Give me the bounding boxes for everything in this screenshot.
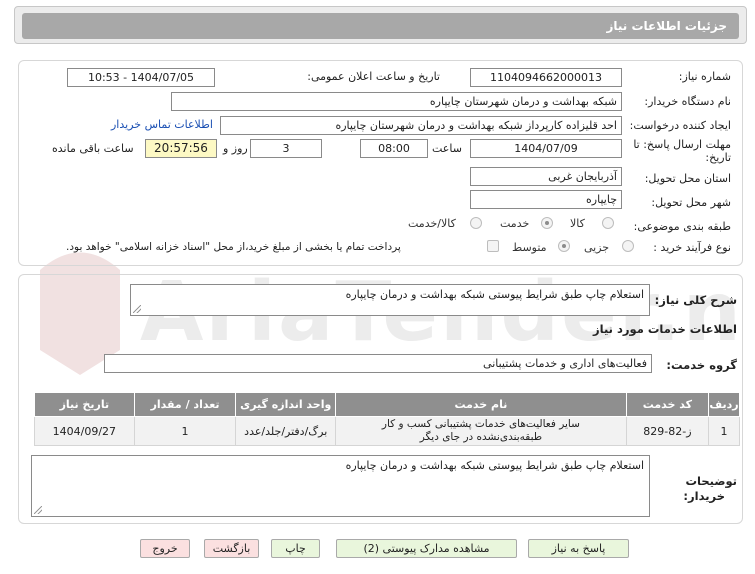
buyer-notes-label-2: خریدار:	[683, 489, 725, 503]
request-creator-label: ایجاد کننده درخواست:	[629, 119, 731, 132]
remaining-time-label: ساعت باقی مانده	[52, 142, 134, 155]
need-summary-field: استعلام چاپ طبق شرایط پیوستی شبکه بهداشت…	[130, 284, 650, 316]
cell-need-date: 1404/09/27	[34, 416, 135, 446]
category-option-goods-service: کالا/خدمت	[408, 217, 456, 230]
buyer-contact-link[interactable]: اطلاعات تماس خریدار	[111, 118, 213, 131]
request-info-panel	[18, 60, 743, 266]
resize-grip-icon[interactable]	[34, 506, 42, 514]
buyer-name-field: شبکه بهداشت و درمان شهرستان چایپاره	[171, 92, 622, 111]
province-label: استان محل تحویل:	[644, 172, 731, 185]
print-button[interactable]: چاپ	[271, 539, 320, 558]
deadline-time-field: 08:00	[360, 139, 428, 158]
process-radio-minor[interactable]	[622, 240, 634, 252]
treasury-payment-note: پرداخت تمام یا بخشی از مبلغ خرید،از محل …	[66, 241, 401, 253]
col-header-quantity: تعداد / مقدار	[133, 392, 237, 417]
resize-grip-icon[interactable]	[133, 305, 141, 313]
service-group-label: گروه خدمت:	[666, 358, 737, 372]
cell-unit: برگ/دفتر/جلد/عدد	[235, 416, 337, 446]
need-summary-label: شرح کلی نیاز:	[654, 293, 737, 307]
services-table: ردیف کد خدمت نام خدمت واحد اندازه گیری ت…	[34, 392, 741, 446]
services-section-title: اطلاعات خدمات مورد نیاز	[593, 322, 737, 336]
remaining-time-field: 20:57:56	[145, 139, 217, 158]
buyer-notes-field: استعلام چاپ طبق شرایط پیوستی شبکه بهداشت…	[31, 455, 650, 517]
category-radio-goods-service[interactable]	[470, 217, 482, 229]
cell-service-code: ز-82-829	[625, 416, 709, 446]
col-header-row-number: ردیف	[707, 392, 741, 417]
deadline-label: مهلت ارسال پاسخ: تا	[633, 138, 731, 151]
service-group-field: فعالیت‌های اداری و خدمات پشتیبانی	[104, 354, 652, 373]
buyer-notes-label-1: توضیحات	[685, 474, 738, 488]
treasury-payment-checkbox[interactable]	[487, 240, 499, 252]
page-header: جزئیات اطلاعات نیاز	[14, 6, 747, 44]
process-option-medium: متوسط	[512, 241, 547, 254]
page-title: جزئیات اطلاعات نیاز	[22, 13, 739, 39]
process-radio-medium[interactable]	[558, 240, 570, 252]
reply-button[interactable]: پاسخ به نیاز	[528, 539, 629, 558]
need-number-label: شماره نیاز:	[678, 70, 731, 83]
category-radio-service[interactable]	[541, 217, 553, 229]
buyer-name-label: نام دستگاه خریدار:	[644, 95, 731, 108]
exit-button[interactable]: خروج	[140, 539, 190, 558]
need-number-field: 1104094662000013	[470, 68, 622, 87]
announce-date-label: تاریخ و ساعت اعلان عمومی:	[307, 70, 440, 83]
cell-service-name: سایر فعالیت‌های خدمات پشتیبانی کسب و کار…	[335, 416, 627, 446]
col-header-need-date: تاریخ نیاز	[34, 392, 135, 417]
city-label: شهر محل تحویل:	[651, 196, 731, 209]
attachments-button[interactable]: مشاهده مدارک پیوستی (2)	[336, 539, 517, 558]
cell-row-number: 1	[707, 416, 741, 446]
need-summary-text: استعلام چاپ طبق شرایط پیوستی شبکه بهداشت…	[345, 288, 644, 301]
process-type-label: نوع فرآیند خرید :	[653, 241, 731, 254]
province-field: آذربایجان غربی	[470, 167, 622, 186]
announce-date-field: 1404/07/05 - 10:53	[67, 68, 215, 87]
city-field: چایپاره	[470, 190, 622, 209]
back-button[interactable]: بازگشت	[204, 539, 259, 558]
col-header-unit: واحد اندازه گیری	[235, 392, 337, 417]
days-label: روز و	[223, 142, 248, 155]
cell-quantity: 1	[133, 416, 237, 446]
table-header-row: ردیف کد خدمت نام خدمت واحد اندازه گیری ت…	[34, 392, 741, 417]
category-option-service: خدمت	[500, 217, 530, 230]
col-header-service-code: کد خدمت	[625, 392, 709, 417]
category-radio-goods[interactable]	[602, 217, 614, 229]
category-option-goods: کالا	[570, 217, 585, 230]
col-header-service-name: نام خدمت	[335, 392, 627, 417]
deadline-date-field: 1404/07/09	[470, 139, 622, 158]
request-creator-field: احد قلیزاده کارپرداز شبکه بهداشت و درمان…	[220, 116, 622, 135]
category-label: طبقه بندی موضوعی:	[633, 220, 731, 233]
deadline-time-label: ساعت	[432, 142, 462, 155]
table-row: 1 ز-82-829 سایر فعالیت‌های خدمات پشتیبان…	[34, 416, 741, 446]
deadline-date-label: تاریخ:	[705, 151, 731, 164]
days-remaining-field: 3	[250, 139, 322, 158]
buyer-notes-text: استعلام چاپ طبق شرایط پیوستی شبکه بهداشت…	[345, 459, 644, 472]
process-option-minor: جزیی	[584, 241, 610, 254]
